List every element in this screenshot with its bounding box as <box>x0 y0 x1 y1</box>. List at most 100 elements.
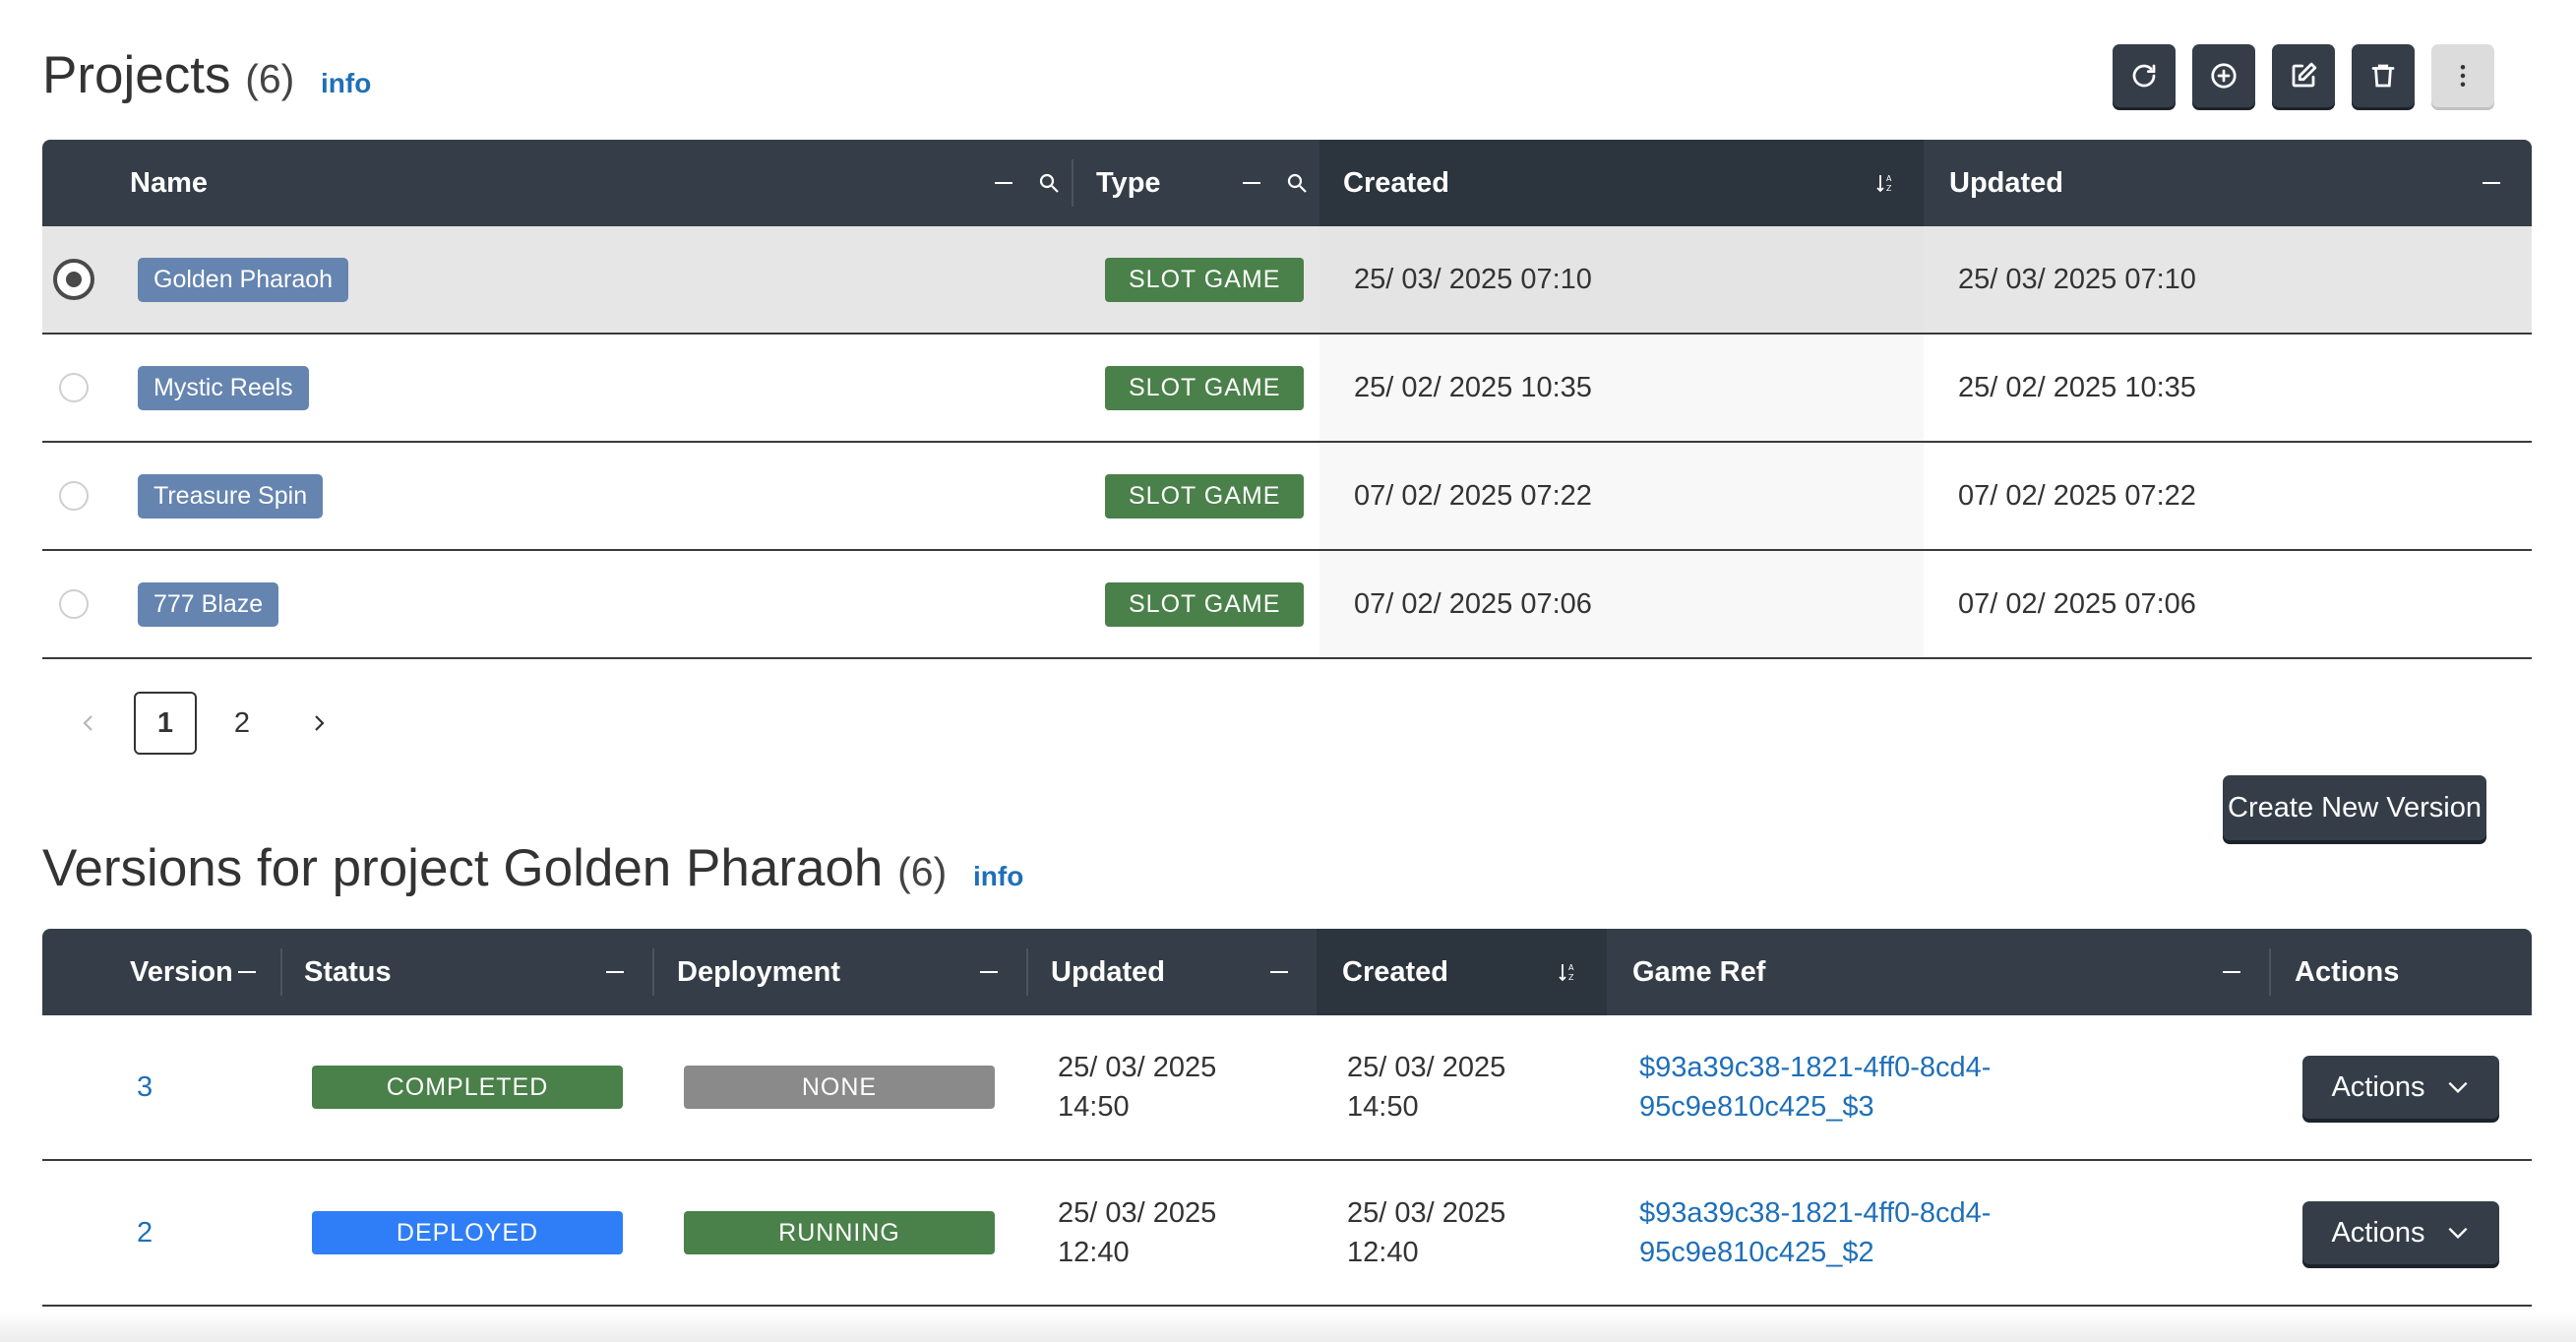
column-header-created-label: Created <box>1343 166 1449 199</box>
created-column-controls: AZ <box>1557 929 1580 1015</box>
column-header-actions: Actions <box>2295 955 2400 988</box>
version-created: 25/ 03/ 2025 12:40 <box>1347 1193 1505 1272</box>
row-select-radio[interactable] <box>59 589 89 619</box>
type-column-controls <box>1240 140 1309 226</box>
version-number-link[interactable]: 3 <box>137 1071 153 1104</box>
versions-count: (6) <box>897 849 948 894</box>
project-row[interactable]: Treasure Spin SLOT GAME 07/ 02/ 2025 07:… <box>42 443 2532 551</box>
column-separator <box>280 948 282 996</box>
version-created-date: 25/ 03/ 2025 <box>1347 1197 1506 1229</box>
version-updated-time: 14:50 <box>1058 1091 1130 1123</box>
project-created: 25/ 03/ 2025 07:10 <box>1354 263 1592 295</box>
next-page-button[interactable] <box>287 692 350 755</box>
version-updated-date: 25/ 03/ 2025 <box>1058 1197 1217 1229</box>
search-icon[interactable] <box>1285 171 1309 195</box>
refresh-icon <box>2132 64 2156 88</box>
column-separator <box>652 948 654 996</box>
collapse-icon[interactable] <box>992 171 1015 195</box>
bottom-fade <box>0 1311 2576 1342</box>
project-row[interactable]: 777 Blaze SLOT GAME 07/ 02/ 2025 07:06 0… <box>42 551 2532 659</box>
projects-info-link[interactable]: info <box>321 68 371 98</box>
version-updated: 25/ 03/ 2025 14:50 <box>1058 1048 1216 1127</box>
pagination: 1 2 <box>57 692 350 755</box>
project-type-badge: SLOT GAME <box>1105 581 1305 627</box>
delete-project-button[interactable] <box>2352 44 2415 107</box>
project-created: 07/ 02/ 2025 07:06 <box>1354 587 1592 620</box>
column-header-version[interactable]: Version <box>130 929 259 1015</box>
column-header-updated[interactable]: Updated <box>1949 140 2063 226</box>
game-ref-line-1: $93a39c38-1821-4ff0-8cd4- <box>1639 1197 1992 1229</box>
collapse-icon[interactable] <box>235 960 259 984</box>
collapse-icon[interactable] <box>603 960 627 984</box>
refresh-button[interactable] <box>2113 44 2176 107</box>
status-column-controls <box>603 929 627 1015</box>
updated-column-controls <box>2480 140 2503 226</box>
column-separator <box>1072 159 1073 207</box>
version-updated: 25/ 03/ 2025 12:40 <box>1058 1193 1216 1272</box>
updated-column-controls <box>1267 929 1291 1015</box>
game-ref-link[interactable]: $93a39c38-1821-4ff0-8cd4- 95c9e810c425_$2 <box>1639 1193 1991 1272</box>
project-name-chip[interactable]: Golden Pharaoh <box>138 257 349 302</box>
game-ref-link[interactable]: $93a39c38-1821-4ff0-8cd4- 95c9e810c425_$3 <box>1639 1048 1991 1127</box>
column-header-game-ref[interactable]: Game Ref <box>1632 929 1765 1015</box>
row-select-radio[interactable] <box>59 481 89 511</box>
column-header-created[interactable]: Created <box>1319 140 1924 226</box>
collapse-icon[interactable] <box>2480 171 2503 195</box>
project-updated: 25/ 02/ 2025 10:35 <box>1958 371 2196 403</box>
versions-table: Version Status Deployment Updated Create… <box>42 929 2532 1307</box>
page-2-button[interactable]: 2 <box>211 692 274 755</box>
collapse-icon[interactable] <box>977 960 1001 984</box>
project-created: 07/ 02/ 2025 07:22 <box>1354 479 1592 512</box>
project-row[interactable]: Mystic Reels SLOT GAME 25/ 02/ 2025 10:3… <box>42 335 2532 443</box>
game-ref-line-2: 95c9e810c425_$2 <box>1639 1237 1874 1268</box>
column-header-type[interactable]: Type <box>1096 140 1161 226</box>
svg-text:A: A <box>1568 963 1574 972</box>
column-header-status[interactable]: Status <box>304 929 392 1015</box>
project-name-chip[interactable]: Mystic Reels <box>138 365 309 410</box>
project-name-chip[interactable]: Treasure Spin <box>138 473 324 518</box>
search-icon[interactable] <box>1037 171 1061 195</box>
projects-table-header: Name Type Created AZ Updated <box>42 140 2532 226</box>
edit-icon <box>2292 62 2317 88</box>
projects-count: (6) <box>245 56 295 101</box>
add-project-button[interactable] <box>2192 44 2255 107</box>
page-1-button[interactable]: 1 <box>134 692 197 755</box>
version-created: 25/ 03/ 2025 14:50 <box>1347 1048 1505 1127</box>
column-separator <box>2269 948 2271 996</box>
project-updated: 25/ 03/ 2025 07:10 <box>1958 263 2196 295</box>
collapse-icon[interactable] <box>1240 171 1263 195</box>
row-select-radio[interactable] <box>53 259 94 300</box>
more-options-button[interactable] <box>2431 44 2494 107</box>
actions-dropdown-button[interactable]: Actions <box>2302 1056 2499 1119</box>
deployment-status-badge: NONE <box>684 1066 995 1109</box>
projects-toolbar <box>2113 44 2494 107</box>
version-created-time: 14:50 <box>1347 1091 1419 1123</box>
more-vertical-icon <box>2460 65 2466 87</box>
column-header-updated[interactable]: Updated <box>1051 929 1165 1015</box>
collapse-icon[interactable] <box>2220 960 2243 984</box>
actions-dropdown-button[interactable]: Actions <box>2302 1201 2499 1264</box>
svg-text:Z: Z <box>1886 184 1892 193</box>
column-separator <box>1026 948 1028 996</box>
prev-page-button[interactable] <box>57 692 120 755</box>
game-ref-line-1: $93a39c38-1821-4ff0-8cd4- <box>1639 1052 1992 1083</box>
sort-ascending-icon[interactable]: AZ <box>1557 960 1580 984</box>
version-created-time: 12:40 <box>1347 1237 1419 1268</box>
versions-info-link[interactable]: info <box>973 861 1023 891</box>
collapse-icon[interactable] <box>1267 960 1291 984</box>
row-select-radio[interactable] <box>59 373 89 402</box>
edit-project-button[interactable] <box>2272 44 2335 107</box>
chevron-down-icon <box>2448 1227 2468 1240</box>
column-header-name[interactable]: Name <box>130 140 208 226</box>
svg-text:Z: Z <box>1568 973 1574 982</box>
create-new-version-button[interactable]: Create New Version <box>2223 775 2486 840</box>
project-row[interactable]: Golden Pharaoh SLOT GAME 25/ 03/ 2025 07… <box>42 226 2532 335</box>
project-name-chip[interactable]: 777 Blaze <box>138 581 279 627</box>
game-ref-line-2: 95c9e810c425_$3 <box>1639 1091 1874 1123</box>
column-header-deployment[interactable]: Deployment <box>677 929 840 1015</box>
sort-ascending-icon[interactable]: AZ <box>1874 171 1898 195</box>
column-header-created-label: Created <box>1342 955 1448 988</box>
versions-title-text: Versions for project Golden Pharaoh <box>42 839 884 897</box>
version-number-link[interactable]: 2 <box>137 1217 153 1250</box>
project-updated: 07/ 02/ 2025 07:06 <box>1958 587 2196 620</box>
